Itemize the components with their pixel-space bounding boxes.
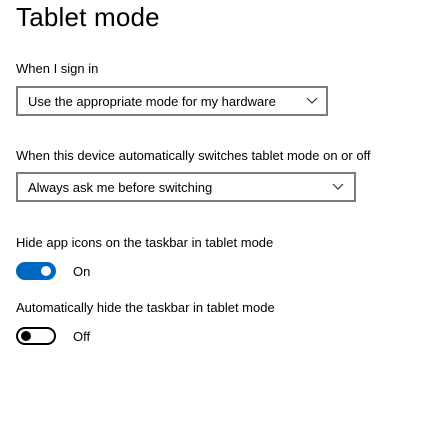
hide-taskbar-label: Automatically hide the taskbar in tablet…: [16, 300, 275, 315]
sign-in-mode-dropdown[interactable]: Use the appropriate mode for my hardware: [16, 86, 328, 116]
sign-in-mode-value: Use the appropriate mode for my hardware: [28, 93, 276, 109]
sign-in-label: When I sign in: [16, 61, 99, 76]
hide-icons-toggle[interactable]: [16, 262, 56, 280]
hide-icons-toggle-row: On: [16, 262, 90, 280]
chevron-down-icon: [332, 183, 344, 190]
hide-taskbar-toggle-row: Off: [16, 327, 90, 345]
hide-taskbar-toggle[interactable]: [16, 327, 56, 345]
auto-switch-dropdown[interactable]: Always ask me before switching: [16, 172, 356, 202]
auto-switch-value: Always ask me before switching: [28, 179, 213, 195]
hide-icons-state: On: [73, 263, 91, 279]
page-title: Tablet mode: [16, 2, 160, 32]
toggle-knob: [41, 266, 51, 276]
toggle-knob: [21, 331, 31, 341]
auto-switch-label: When this device automatically switches …: [16, 148, 371, 163]
chevron-down-icon: [306, 97, 318, 104]
hide-taskbar-state: Off: [73, 328, 91, 344]
hide-icons-label: Hide app icons on the taskbar in tablet …: [16, 235, 274, 250]
